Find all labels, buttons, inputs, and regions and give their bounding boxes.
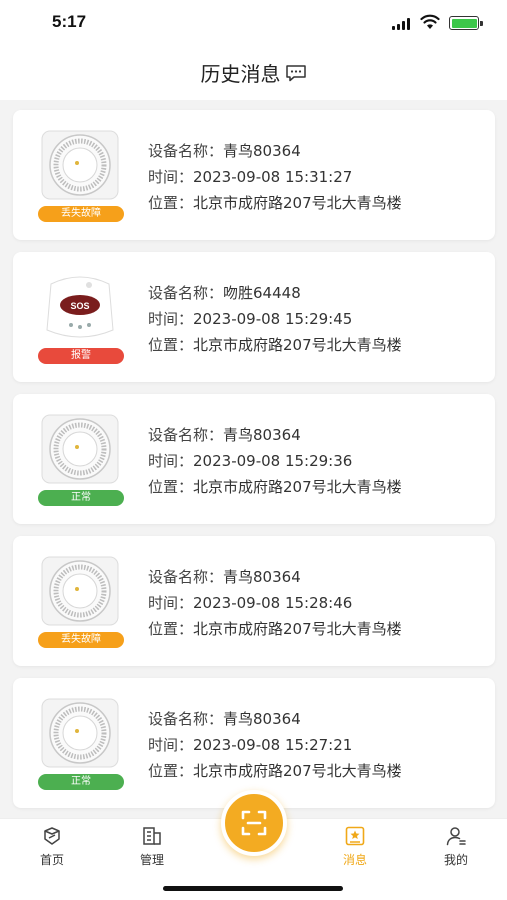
status-badge: 报警 xyxy=(38,348,124,364)
time-row-label: 时间： xyxy=(148,452,194,470)
device-name-row-label: 设备名称： xyxy=(148,426,224,444)
location-row: 位置：北京市成府路207号北大青鸟楼 xyxy=(148,332,402,358)
time-row: 时间：2023-09-08 15:27:21 xyxy=(148,732,402,758)
message-info: 设备名称：青鸟80364 时间：2023-09-08 15:28:46 位置：北京市… xyxy=(148,564,402,642)
tab-home[interactable]: 首页 xyxy=(22,825,82,868)
time-row-label: 时间： xyxy=(148,168,194,186)
time-row-value: 2023-09-08 15:29:45 xyxy=(193,310,353,328)
tab-home-label: 首页 xyxy=(39,853,64,867)
svg-text:SOS: SOS xyxy=(70,301,89,311)
device-name-row-value: 吻胜64448 xyxy=(223,284,301,302)
location-row-value: 北京市成府路207号北大青鸟楼 xyxy=(193,620,402,638)
location-row-value: 北京市成府路207号北大青鸟楼 xyxy=(193,336,402,354)
time-row-label: 时间： xyxy=(148,594,194,612)
device-name-row: 设备名称：青鸟80364 xyxy=(148,422,402,448)
signal-icon xyxy=(392,18,412,30)
location-row-value: 北京市成府路207号北大青鸟楼 xyxy=(193,478,402,496)
sos-device-image: SOS xyxy=(41,272,119,342)
time-row: 时间：2023-09-08 15:29:36 xyxy=(148,448,402,474)
time-row-value: 2023-09-08 15:27:21 xyxy=(193,736,353,754)
device-name-row-label: 设备名称： xyxy=(148,568,224,586)
device-name-row-label: 设备名称： xyxy=(148,142,224,160)
device-name-row: 设备名称：青鸟80364 xyxy=(148,138,402,164)
time-row-label: 时间： xyxy=(148,736,194,754)
messages-icon xyxy=(345,826,365,846)
device-name-row-value: 青鸟80364 xyxy=(223,568,301,586)
location-row-value: 北京市成府路207号北大青鸟楼 xyxy=(193,762,402,780)
smoke-detector-image xyxy=(41,130,119,200)
message-card[interactable]: 正常 设备名称：青鸟80364 时间：2023-09-08 15:29:36 位置：北… xyxy=(13,394,495,524)
scan-button[interactable] xyxy=(221,790,287,856)
user-icon xyxy=(446,827,466,846)
tab-mine-label: 我的 xyxy=(443,853,468,867)
message-info: 设备名称：吻胜64448 时间：2023-09-08 15:29:45 位置：北京市… xyxy=(148,280,402,358)
location-row: 位置：北京市成府路207号北大青鸟楼 xyxy=(148,474,402,500)
location-row: 位置：北京市成府路207号北大青鸟楼 xyxy=(148,190,402,216)
page-title-text: 历史消息 xyxy=(200,62,281,86)
status-badge: 丢失故障 xyxy=(38,206,124,222)
device-name-row-value: 青鸟80364 xyxy=(223,710,301,728)
smoke-detector-image xyxy=(41,556,119,626)
device-name-row-value: 青鸟80364 xyxy=(223,426,301,444)
wifi-icon xyxy=(420,14,440,29)
smoke-detector-image xyxy=(41,698,119,768)
home-indicator xyxy=(163,886,343,891)
location-row-label: 位置： xyxy=(148,620,194,638)
tab-mine[interactable]: 我的 xyxy=(426,825,486,868)
message-info: 设备名称：青鸟80364 时间：2023-09-08 15:31:27 位置：北京市… xyxy=(148,138,402,216)
status-time: 5:17 xyxy=(52,12,87,31)
page-title: 历史消息 xyxy=(0,58,507,87)
manage-icon xyxy=(143,827,161,845)
location-row: 位置：北京市成府路207号北大青鸟楼 xyxy=(148,758,402,784)
device-name-row-value: 青鸟80364 xyxy=(223,142,301,160)
battery-icon xyxy=(449,16,483,30)
time-row-label: 时间： xyxy=(148,310,194,328)
tab-manage-label: 管理 xyxy=(139,853,164,867)
scan-icon xyxy=(241,810,267,836)
location-row-value: 北京市成府路207号北大青鸟楼 xyxy=(193,194,402,212)
tab-messages[interactable]: 消息 xyxy=(325,825,385,868)
location-row-label: 位置： xyxy=(148,194,194,212)
time-row: 时间：2023-09-08 15:31:27 xyxy=(148,164,402,190)
status-badge: 丢失故障 xyxy=(38,632,124,648)
message-card[interactable]: 正常 设备名称：青鸟80364 时间：2023-09-08 15:27:21 位置：北… xyxy=(13,678,495,808)
message-info: 设备名称：青鸟80364 时间：2023-09-08 15:29:36 位置：北京市… xyxy=(148,422,402,500)
status-badge: 正常 xyxy=(38,490,124,506)
message-card[interactable]: SOS 报警 设备名称：吻胜64448 时间：2023-09-08 15:29:45 位… xyxy=(13,252,495,382)
device-name-row-label: 设备名称： xyxy=(148,710,224,728)
status-bar: 5:17 xyxy=(0,0,507,48)
time-row-value: 2023-09-08 15:31:27 xyxy=(193,168,353,186)
time-row: 时间：2023-09-08 15:28:46 xyxy=(148,590,402,616)
time-row-value: 2023-09-08 15:28:46 xyxy=(193,594,353,612)
device-name-row: 设备名称：青鸟80364 xyxy=(148,564,402,590)
home-icon xyxy=(44,827,60,845)
smoke-detector-image xyxy=(41,414,119,484)
message-card[interactable]: 丢失故障 设备名称：青鸟80364 时间：2023-09-08 15:31:27 位置… xyxy=(13,110,495,240)
time-row-value: 2023-09-08 15:29:36 xyxy=(193,452,353,470)
message-info: 设备名称：青鸟80364 时间：2023-09-08 15:27:21 位置：北京市… xyxy=(148,706,402,784)
location-row: 位置：北京市成府路207号北大青鸟楼 xyxy=(148,616,402,642)
message-card[interactable]: 丢失故障 设备名称：青鸟80364 时间：2023-09-08 15:28:46 位置… xyxy=(13,536,495,666)
chat-bubble-icon xyxy=(285,64,306,81)
device-name-row-label: 设备名称： xyxy=(148,284,224,302)
location-row-label: 位置： xyxy=(148,478,194,496)
time-row: 时间：2023-09-08 15:29:45 xyxy=(148,306,402,332)
status-badge: 正常 xyxy=(38,774,124,790)
location-row-label: 位置： xyxy=(148,762,194,780)
tab-manage[interactable]: 管理 xyxy=(122,825,182,868)
device-name-row: 设备名称：青鸟80364 xyxy=(148,706,402,732)
location-row-label: 位置： xyxy=(148,336,194,354)
device-name-row: 设备名称：吻胜64448 xyxy=(148,280,402,306)
tab-messages-label: 消息 xyxy=(342,853,367,867)
